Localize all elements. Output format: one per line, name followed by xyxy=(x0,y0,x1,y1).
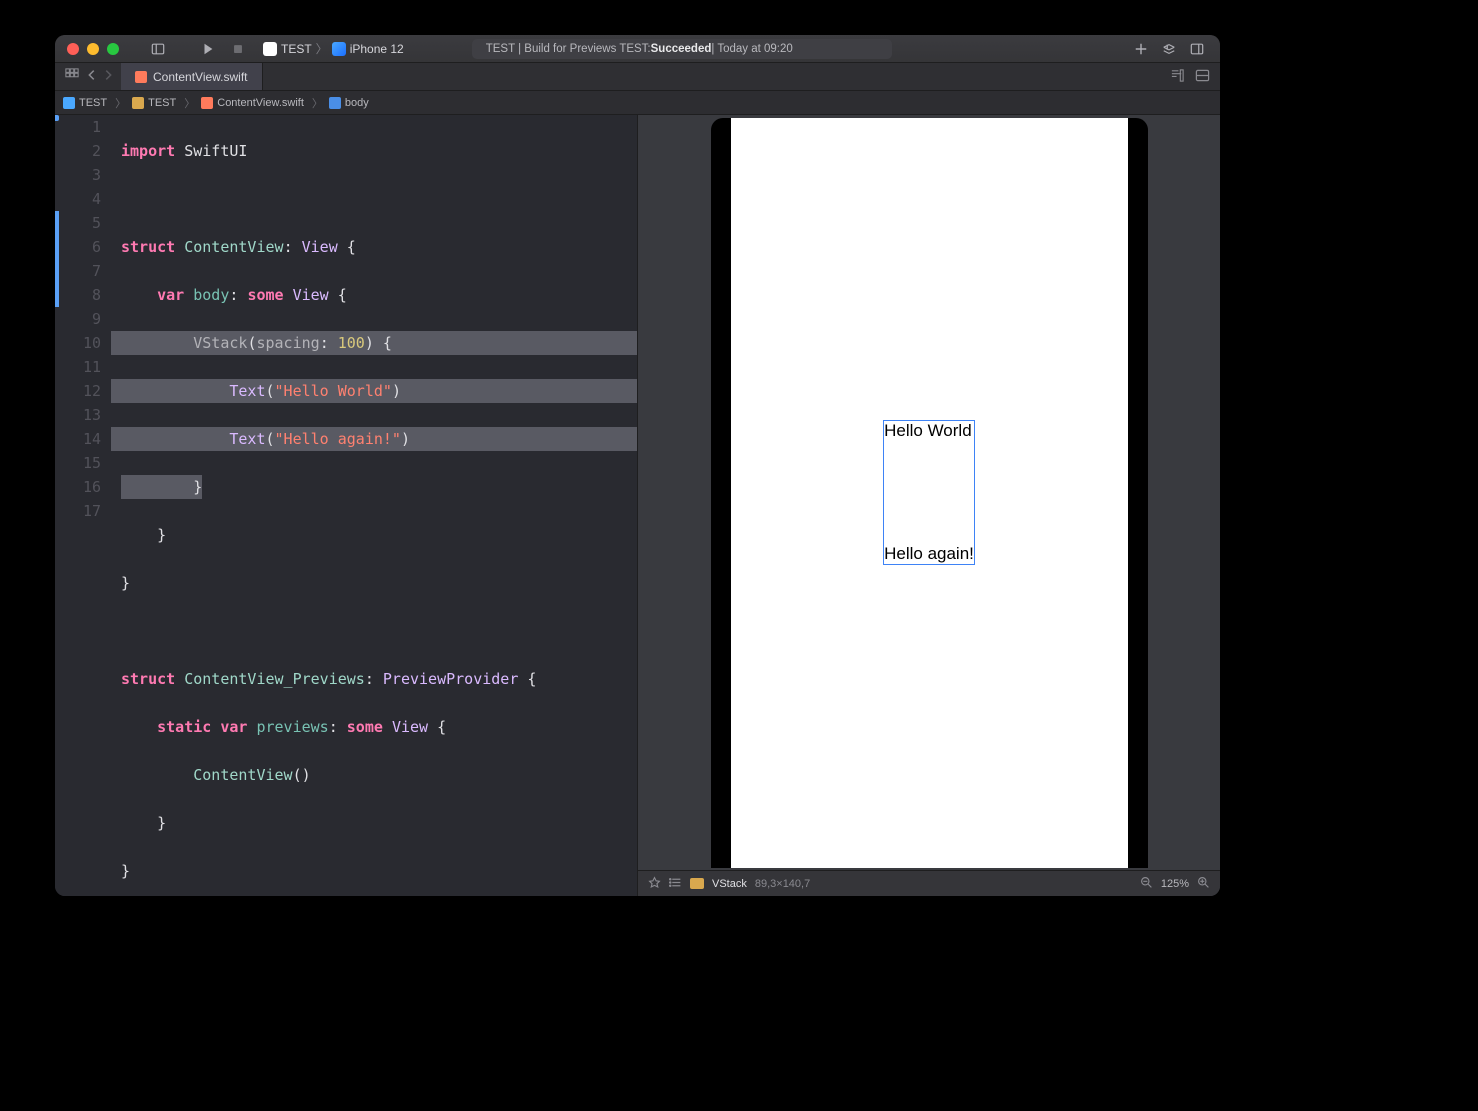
selected-element-dims: 89,3×140,7 xyxy=(755,878,810,890)
swift-file-icon xyxy=(135,71,147,83)
list-icon[interactable] xyxy=(669,876,682,892)
selected-vstack[interactable]: Hello World Hello again! xyxy=(883,420,975,565)
status-prefix: TEST | Build for Previews TEST: xyxy=(486,43,651,55)
selected-element-label: VStack xyxy=(712,878,747,890)
device-frame: Hello World Hello again! xyxy=(711,118,1148,868)
jump-bar[interactable]: TEST〉 TEST〉 ContentView.swift〉 body xyxy=(55,91,1220,115)
maximize-icon[interactable] xyxy=(107,43,119,55)
change-indicator xyxy=(55,211,59,307)
canvas-viewport[interactable]: Hello World Hello again! xyxy=(638,115,1220,870)
main-split: 1234567891011121314151617 import SwiftUI… xyxy=(55,115,1220,896)
preview-canvas: Hello World Hello again! xyxy=(637,115,1220,896)
library-icon[interactable] xyxy=(1158,38,1180,60)
zoom-level[interactable]: 125% xyxy=(1161,878,1189,890)
inspector-toggle-icon[interactable] xyxy=(1186,38,1208,60)
tab-bar: ContentView.swift xyxy=(55,63,1220,91)
scheme-selector[interactable]: TEST 〉 iPhone 12 xyxy=(263,40,404,57)
canvas-footer: VStack 89,3×140,7 125% xyxy=(638,870,1220,896)
crumb-file[interactable]: ContentView.swift xyxy=(217,97,304,109)
run-button[interactable] xyxy=(197,38,219,60)
change-indicator xyxy=(55,115,59,121)
xcode-window: TEST 〉 iPhone 12 TEST | Build for Previe… xyxy=(55,35,1220,896)
close-icon[interactable] xyxy=(67,43,79,55)
scheme-device-label: iPhone 12 xyxy=(350,42,404,56)
zoom-out-icon[interactable] xyxy=(1140,876,1153,892)
sidebar-toggle-icon[interactable] xyxy=(147,38,169,60)
preview-text-2[interactable]: Hello again! xyxy=(884,544,974,564)
add-icon[interactable] xyxy=(1130,38,1152,60)
traffic-lights xyxy=(67,43,119,55)
vstack-spacing xyxy=(884,442,974,544)
tab-contentview[interactable]: ContentView.swift xyxy=(121,63,263,90)
tab-nav xyxy=(55,63,121,90)
scheme-app-label: TEST xyxy=(281,42,312,56)
back-button[interactable] xyxy=(85,68,99,85)
crumb-folder[interactable]: TEST xyxy=(148,97,176,109)
vstack-badge-icon xyxy=(690,878,704,889)
pin-icon[interactable] xyxy=(648,876,661,892)
code-editor[interactable]: 1234567891011121314151617 import SwiftUI… xyxy=(55,115,637,896)
line-gutter: 1234567891011121314151617 xyxy=(55,115,111,896)
device-screen[interactable]: Hello World Hello again! xyxy=(731,118,1128,868)
project-icon xyxy=(63,97,75,109)
crumb-symbol[interactable]: body xyxy=(345,97,369,109)
status-result: Succeeded xyxy=(651,43,712,55)
folder-icon xyxy=(132,97,144,109)
activity-status[interactable]: TEST | Build for Previews TEST: Succeede… xyxy=(472,39,892,59)
property-icon xyxy=(329,97,341,109)
tab-label: ContentView.swift xyxy=(153,70,248,84)
device-icon xyxy=(332,42,346,56)
minimap-icon[interactable] xyxy=(1170,68,1185,86)
adjust-editor-icon[interactable] xyxy=(1195,68,1210,86)
titlebar: TEST 〉 iPhone 12 TEST | Build for Previe… xyxy=(55,35,1220,63)
code-area[interactable]: import SwiftUI struct ContentView: View … xyxy=(111,115,637,896)
status-suffix: | Today at 09:20 xyxy=(711,43,792,55)
app-icon xyxy=(263,42,277,56)
related-items-icon[interactable] xyxy=(61,68,83,85)
stop-button[interactable] xyxy=(227,38,249,60)
swift-file-icon xyxy=(201,97,213,109)
preview-text-1[interactable]: Hello World xyxy=(884,421,974,441)
minimize-icon[interactable] xyxy=(87,43,99,55)
forward-button[interactable] xyxy=(101,68,115,85)
zoom-in-icon[interactable] xyxy=(1197,876,1210,892)
crumb-project[interactable]: TEST xyxy=(79,97,107,109)
